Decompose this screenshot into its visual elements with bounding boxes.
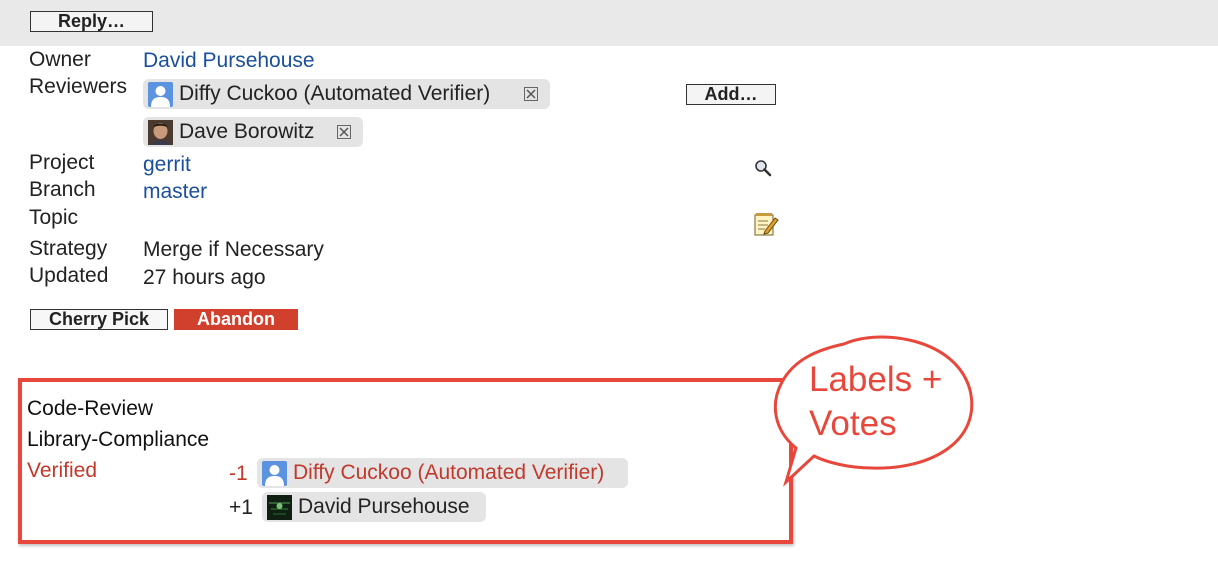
voter-name: Diffy Cuckoo (Automated Verifier) <box>293 461 605 484</box>
owner-link[interactable]: David Pursehouse <box>143 49 315 73</box>
project-label: Project <box>29 151 95 174</box>
remove-reviewer-icon[interactable] <box>524 87 538 101</box>
strategy-value: Merge if Necessary <box>143 238 324 261</box>
action-bar <box>0 0 1218 46</box>
callout-line-1: Labels + <box>809 360 943 399</box>
voter-name: David Pursehouse <box>298 495 470 518</box>
cherry-pick-button[interactable]: Cherry Pick <box>30 309 168 330</box>
user-photo-icon <box>148 120 173 145</box>
label-code-review: Code-Review <box>27 397 154 420</box>
default-user-icon <box>262 461 287 486</box>
reply-button[interactable]: Reply… <box>30 11 153 32</box>
reviewer-name: Diffy Cuckoo (Automated Verifier) <box>179 82 491 105</box>
reviewer-chip-dave[interactable]: Dave Borowitz <box>143 117 363 147</box>
label-library-compliance: Library-Compliance <box>27 428 210 451</box>
branch-label: Branch <box>29 178 96 201</box>
label-verified: Verified <box>27 459 98 482</box>
abandon-button[interactable]: Abandon <box>174 309 298 330</box>
updated-value: 27 hours ago <box>143 266 266 289</box>
voter-chip-diffy[interactable]: Diffy Cuckoo (Automated Verifier) <box>257 458 628 488</box>
reviewers-label: Reviewers <box>29 75 128 98</box>
add-reviewer-button[interactable]: Add… <box>686 84 776 105</box>
reviewer-chip-diffy[interactable]: Diffy Cuckoo (Automated Verifier) <box>143 79 550 109</box>
reviewer-name: Dave Borowitz <box>179 120 315 143</box>
owner-label: Owner <box>29 48 91 71</box>
project-link[interactable]: gerrit <box>143 153 191 177</box>
default-user-icon <box>148 82 173 107</box>
branch-link[interactable]: master <box>143 180 207 204</box>
edit-topic-icon[interactable] <box>753 211 779 242</box>
user-photo-icon <box>267 495 292 520</box>
updated-label: Updated <box>29 264 109 287</box>
remove-reviewer-icon[interactable] <box>337 125 351 139</box>
vote-score: -1 <box>229 462 248 485</box>
strategy-label: Strategy <box>29 237 108 260</box>
vote-score: +1 <box>229 496 253 519</box>
topic-label: Topic <box>29 206 79 229</box>
callout-line-2: Votes <box>809 404 897 443</box>
search-icon[interactable] <box>753 158 773 183</box>
voter-chip-david[interactable]: David Pursehouse <box>262 492 486 522</box>
